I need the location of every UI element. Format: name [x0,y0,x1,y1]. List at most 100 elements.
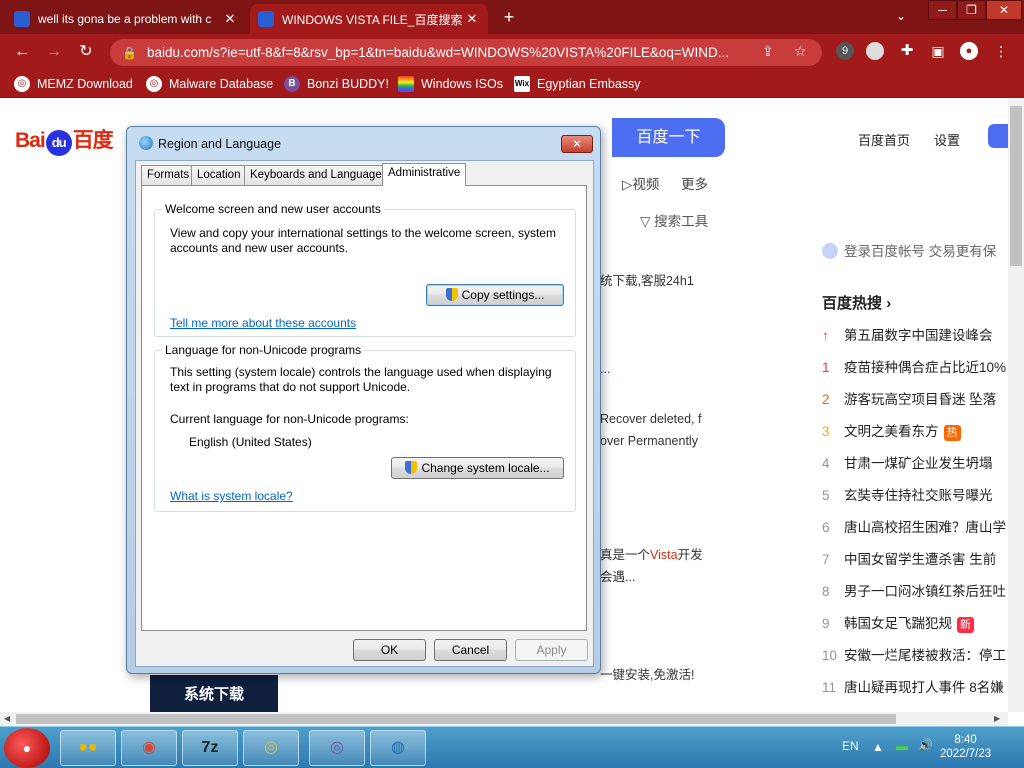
hot-item[interactable]: 7 中国女留学生遭杀害 生前 [822,548,996,568]
hot-item[interactable]: 2 游客玩高空项目昏迷 坠落 [822,388,996,408]
hot-item[interactable]: 3 文明之美看东方热 [822,420,961,441]
copy-settings-button[interactable]: Copy settings... [426,284,564,306]
bookmark-windows-isos[interactable]: Windows ISOs [398,76,503,92]
avatar-icon[interactable]: ● [960,42,978,60]
hot-item[interactable]: 9 韩国女足飞踹犯规新 [822,612,974,633]
taskbar-explorer-icon[interactable]: ●● [60,730,116,766]
address-bar[interactable]: 🔒 baidu.com/s?ie=utf-8&f=8&rsv_bp=1&tn=b… [110,39,822,66]
hot-text: 唐山高校招生困难？唐山学 [844,520,1006,535]
clock[interactable]: 8:40 2022/7/23 [940,733,991,761]
hot-item[interactable]: 10 安徽一烂尾楼被救活：停工 [822,644,1006,664]
nav-more[interactable]: 更多 [681,173,708,193]
vertical-scroll-thumb[interactable] [1010,106,1022,266]
hot-item[interactable]: 1 疫苗接种偶合症占比近10% [822,356,1006,376]
group-label: Welcome screen and new user accounts [162,202,384,216]
result-fragment[interactable]: ... [600,362,610,376]
dialog-close-button[interactable]: ✕ [561,135,593,153]
extension-badge-icon[interactable]: 9 [836,42,854,60]
taskbar: ● ●● ◉ 7z ◎ ◎ ◍ EN ▲ ▬ 🔊 8:40 2022/7/23 [0,726,1024,768]
tab-2-active[interactable]: 🐾 WINDOWS VISTA FILE_百度搜索 ✕ [250,4,488,34]
accounts-help-link[interactable]: Tell me more about these accounts [170,316,356,330]
bookmark-memz[interactable]: ◎ MEMZ Download [14,76,133,92]
close-window-button[interactable]: ✕ [986,0,1022,20]
new-tab-button[interactable]: + [498,6,520,28]
hot-text: 韩国女足飞踹犯规 [844,616,952,631]
bookmark-bonzi[interactable]: B Bonzi BUDDY! [284,76,389,92]
nav-video-label: 视频 [632,177,660,192]
horizontal-scroll-thumb[interactable] [16,714,896,724]
close-tab-icon[interactable]: ✕ [222,11,238,27]
login-button[interactable] [988,124,1008,148]
puzzle-extensions-icon[interactable]: ✚ [898,42,916,60]
baidu-favicon-icon: 🐾 [14,11,30,27]
hot-search-title[interactable]: 百度热搜 › [822,292,891,313]
sidebar-panel-icon[interactable]: ▣ [929,42,947,60]
battery-icon[interactable]: ▬ [896,739,908,753]
menu-kebab-icon[interactable]: ⋮ [992,42,1010,60]
tab-search-chevron-icon[interactable]: ⌄ [896,9,906,23]
bookmark-star-icon[interactable]: ☆ [794,43,807,60]
hot-rank: 9 [822,616,830,631]
horizontal-scrollbar[interactable]: ◀ ▶ [0,712,1008,726]
result-fragment: 统下载,客服24h1 [600,274,694,288]
baidu-home-link[interactable]: 百度首页 [858,130,910,149]
back-arrow-icon[interactable]: ← [12,42,32,62]
apply-button[interactable]: Apply [515,639,588,661]
logo-du: du [45,130,72,156]
reload-icon[interactable]: ↻ [76,42,96,62]
hot-item[interactable]: 5 玄奘寺住持社交账号曝光 [822,484,993,504]
hot-rank: 7 [822,552,830,567]
close-tab-icon[interactable]: ✕ [464,11,480,27]
nav-video[interactable]: ▷视频 [622,173,659,193]
change-system-locale-button[interactable]: Change system locale... [391,457,564,479]
bookmark-label: Egyptian Embassy [537,77,641,91]
taskbar-chrome-icon[interactable]: ◉ [121,730,177,766]
taskbar-globe-icon[interactable]: ◍ [370,730,426,766]
language-indicator[interactable]: EN [842,739,859,753]
baidu-favicon-icon: 🐾 [258,11,274,27]
hot-item[interactable]: 8 男子一口闷冰镇红茶后狂吐 [822,580,1006,600]
minimize-button[interactable]: ─ [928,0,957,20]
tab-administrative[interactable]: Administrative [382,163,467,186]
globe-icon: ◎ [14,76,30,92]
share-icon[interactable]: ⇪ [762,43,774,60]
ok-button[interactable]: OK [353,639,426,661]
hot-item[interactable]: 11 唐山疑再现打人事件 8名嫌 [822,676,1004,696]
system-locale-help-link[interactable]: What is system locale? [170,489,293,503]
rainbow-flag-icon [398,76,414,92]
hot-item[interactable]: 4 甘肃一煤矿企业发生坍塌 [822,452,993,472]
baidu-logo[interactable]: Bai du 百度 [15,124,114,156]
hot-item[interactable]: ↑ 第五届数字中国建设峰会 [822,324,993,344]
profile-flag-icon[interactable] [866,42,884,60]
browser-tab-bar: 🐾 well its gona be a problem with c ✕ 🐾 … [0,0,1024,34]
tab-location[interactable]: Location [191,165,247,185]
tab-1[interactable]: 🐾 well its gona be a problem with c ✕ [6,4,246,34]
forward-arrow-icon[interactable]: → [44,42,64,62]
start-button-angry-bird-icon[interactable]: ● [4,728,50,768]
taskbar-dvd-icon[interactable]: ◎ [309,730,365,766]
chevron-right-icon: › [886,295,892,312]
baidu-search-button[interactable]: 百度一下 [612,118,725,157]
clock-date: 2022/7/23 [940,748,992,760]
bookmark-malware-db[interactable]: ◎ Malware Database [146,76,273,92]
pin-icon: ↑ [822,328,829,343]
scroll-right-icon[interactable]: ▶ [994,714,1000,723]
show-hidden-icons-icon[interactable]: ▲ [872,740,884,754]
taskbar-disc-icon[interactable]: ◎ [243,730,299,766]
cancel-button[interactable]: Cancel [434,639,507,661]
taskbar-7zip-icon[interactable]: 7z [182,730,238,766]
login-tip[interactable]: 登录百度帐号 交易更有保 [822,240,996,260]
search-tools[interactable]: ▽ 搜索工具 [640,210,708,230]
volume-icon[interactable]: 🔊 [918,738,933,752]
settings-link[interactable]: 设置 [934,130,960,149]
vertical-scrollbar[interactable] [1008,98,1024,712]
hot-item[interactable]: 6 唐山高校招生困难？唐山学 [822,516,1006,536]
bookmark-egyptian-embassy[interactable]: Wix Egyptian Embassy [514,76,641,92]
scroll-left-icon[interactable]: ◀ [4,714,10,723]
system-download-banner[interactable]: 系统下载 [150,675,278,712]
restore-button[interactable]: ❐ [957,0,986,20]
tab-formats[interactable]: Formats [141,165,196,185]
tab-keyboards-languages[interactable]: Keyboards and Languages [244,165,394,185]
hot-rank: 11 [822,680,837,695]
result-fragment: 会遇... [600,570,636,584]
